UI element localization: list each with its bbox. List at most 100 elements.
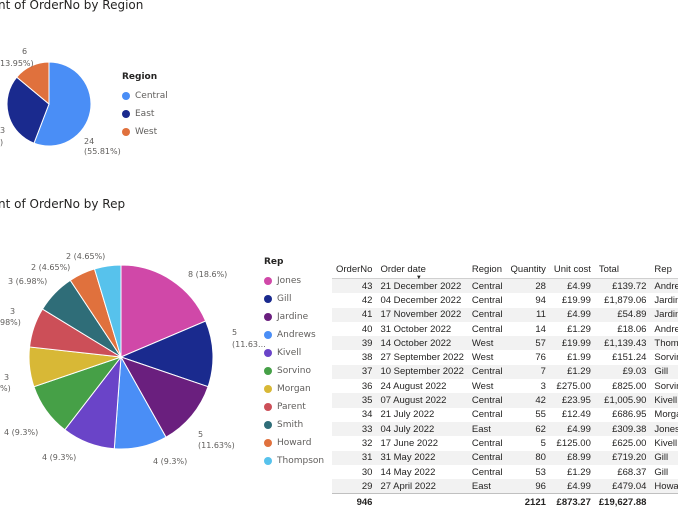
rep-label-gill-pct: (11.63... — [232, 340, 266, 349]
table-cell-unit-cost: £4.99 — [549, 307, 595, 322]
col-header-orderno[interactable]: OrderNo — [332, 257, 377, 279]
table-row[interactable]: 33 04 July 2022 East 62 £4.99 £309.38 Jones — [332, 421, 678, 437]
legend-label: Jones — [277, 276, 302, 286]
table-cell-region: Central — [471, 409, 503, 421]
table-cell-rep: Sorvin — [654, 352, 678, 364]
table-cell-rep: Gill — [654, 466, 669, 478]
region-legend-item-central[interactable]: Central — [122, 87, 168, 105]
table-row[interactable]: 34 21 July 2022 Central 55 £12.49 £686.95 Morg… — [332, 408, 678, 422]
legend-label: Kivell — [277, 348, 302, 358]
table-row[interactable]: 35 07 August 2022 Central 42 £23.95 £1,005.90… — [332, 393, 678, 408]
table-cell-total: £139.72 — [594, 278, 651, 294]
table-cell-order-date: 17 June 2022 — [380, 437, 439, 449]
table-row[interactable]: 39 14 October 2022 West 57 £19.99 £1,139.43 Th… — [332, 336, 678, 351]
table-row[interactable]: 37 10 September 2022 Central 7 £1.29 £9.03 Gil… — [332, 364, 678, 380]
rep-label-sorvino: 4 (9.3%) — [4, 428, 39, 437]
rep-legend-item-thompson[interactable]: Thompson — [264, 452, 324, 470]
table-cell-total: £1,005.90 — [594, 393, 651, 408]
rep-label-smith: 3 (6.98%) — [8, 277, 48, 286]
table-cell-unit-cost: £1.29 — [567, 323, 591, 335]
table-cell-region: Central — [467, 450, 507, 465]
legend-marker — [264, 439, 272, 447]
table-row[interactable]: 40 31 October 2022 Central 14 £1.29 £18.06 And… — [332, 322, 678, 336]
rep-legend-item-andrews[interactable]: Andrews — [264, 326, 324, 344]
rep-legend-item-gill[interactable]: Gill — [264, 290, 324, 308]
region-legend-item-west[interactable]: West — [122, 123, 168, 141]
rep-legend-item-parent[interactable]: Parent — [264, 398, 324, 416]
legend-label: Jardine — [277, 312, 309, 322]
legend-marker — [264, 331, 272, 339]
table-row[interactable]: 2927 April 2022East96£4.99£479.04Howar — [332, 479, 678, 494]
col-header-unit-cost[interactable]: Unit cost — [549, 257, 595, 279]
rep-legend-item-smith[interactable]: Smith — [264, 416, 324, 434]
table-cell-quantity: 80 — [506, 450, 550, 465]
table-cell-region: Central — [471, 294, 503, 306]
table-cell-rep: Gill — [650, 364, 678, 380]
rep-legend-item-sorvino[interactable]: Sorvino — [264, 362, 324, 380]
region-pie-chart[interactable] — [0, 55, 140, 195]
table-row[interactable]: 30 14 May 2022 Central 53 £1.29 £68.37 Gill — [332, 465, 678, 479]
table-cell-unit-cost: £19.99 — [549, 336, 595, 351]
table-row[interactable]: 42 04 December 2022 Central 94 £19.99 £1,879.… — [332, 293, 678, 307]
table-cell-rep: Kivell — [654, 437, 678, 449]
legend-marker — [122, 92, 130, 100]
table-cell-unit-cost: £4.99 — [549, 278, 595, 294]
table-row[interactable]: 36 24 August 2022 West 3 £275.00 £825.00 Sorvi… — [332, 379, 678, 393]
table-cell-unit-cost: £8.99 — [549, 450, 595, 465]
legend-marker — [264, 457, 272, 465]
table-row[interactable]: 41 17 November 2022 Central 11 £4.99 £54.89 Ja… — [332, 307, 678, 322]
table-row[interactable]: 38 27 September 2022 West 76 £1.99 £151.24 Sor… — [332, 350, 678, 364]
table-cell-orderno: 29 — [332, 479, 377, 494]
table-cell-rep: Kivell — [650, 393, 678, 408]
col-header-total[interactable]: Total — [594, 257, 651, 279]
table-cell-quantity: 94 — [535, 294, 546, 306]
rep-legend-item-kivell[interactable]: Kivell — [264, 344, 324, 362]
table-cell-unit-cost: £1.99 — [567, 352, 591, 364]
total-quantity: 2121 — [506, 493, 550, 509]
table-cell-orderno: 33 — [332, 421, 377, 437]
table-row[interactable]: 43 21 December 2022 Central 28 £4.99 £139.72 A… — [332, 278, 678, 294]
table-cell-rep: Jones — [650, 421, 678, 437]
rep-label-andrews: 4 (9.3%) — [153, 457, 188, 466]
table-cell-region: East — [467, 421, 507, 437]
rep-pie-chart[interactable] — [20, 258, 220, 458]
table-cell-quantity: 55 — [535, 409, 546, 421]
table-cell-total: £1,879.06 — [604, 294, 647, 306]
table-cell-orderno: 35 — [332, 393, 377, 408]
table-cell-unit-cost: £19.99 — [561, 294, 591, 306]
col-header-rep[interactable]: Rep — [650, 257, 678, 279]
table-cell-orderno: 30 — [361, 466, 373, 478]
table-cell-total: £625.00 — [612, 437, 647, 449]
table-cell-order-date: 14 May 2022 — [380, 466, 436, 478]
rep-legend-item-jardine[interactable]: Jardine — [264, 308, 324, 326]
rep-chart-title: nt of OrderNo by Rep — [0, 197, 126, 211]
orders-table-visual[interactable]: OrderNo Order date ▼ Region Quantity Unit… — [332, 257, 678, 509]
table-cell-order-date: 27 September 2022 — [380, 352, 464, 364]
region-legend-item-east[interactable]: East — [122, 105, 168, 123]
table-cell-order-date: 04 December 2022 — [380, 294, 462, 306]
table-cell-rep: Morga — [654, 409, 678, 421]
col-header-quantity[interactable]: Quantity — [506, 257, 550, 279]
table-cell-unit-cost: £4.99 — [549, 421, 595, 437]
table-cell-total: £479.04 — [594, 479, 651, 494]
rep-legend-item-morgan[interactable]: Morgan — [264, 380, 324, 398]
table-row[interactable]: 32 17 June 2022 Central 5 £125.00 £625.00 Kive… — [332, 436, 678, 450]
total-unit-cost: £873.27 — [549, 493, 595, 509]
table-cell-rep: Gill — [650, 450, 678, 465]
legend-marker — [264, 403, 272, 411]
rep-label-parent-pct: 98%) — [0, 318, 21, 327]
table-cell-region: East — [467, 479, 507, 494]
table-cell-region: West — [467, 336, 507, 351]
table-cell-unit-cost: £4.99 — [549, 479, 595, 494]
table-cell-orderno: 43 — [332, 278, 377, 294]
total-empty — [376, 493, 468, 509]
col-header-order-date[interactable]: Order date ▼ — [376, 257, 468, 281]
col-header-region[interactable]: Region — [467, 257, 507, 279]
table-row[interactable]: 31 31 May 2022 Central 80 £8.99 £719.20 Gill — [332, 450, 678, 465]
legend-label: East — [135, 109, 155, 119]
table-cell-quantity: 96 — [506, 479, 550, 494]
rep-legend-item-howard[interactable]: Howard — [264, 434, 324, 452]
table-cell-total: £686.95 — [612, 409, 647, 421]
rep-legend-item-jones[interactable]: Jones — [264, 272, 324, 290]
table-cell-quantity: 11 — [506, 307, 550, 322]
